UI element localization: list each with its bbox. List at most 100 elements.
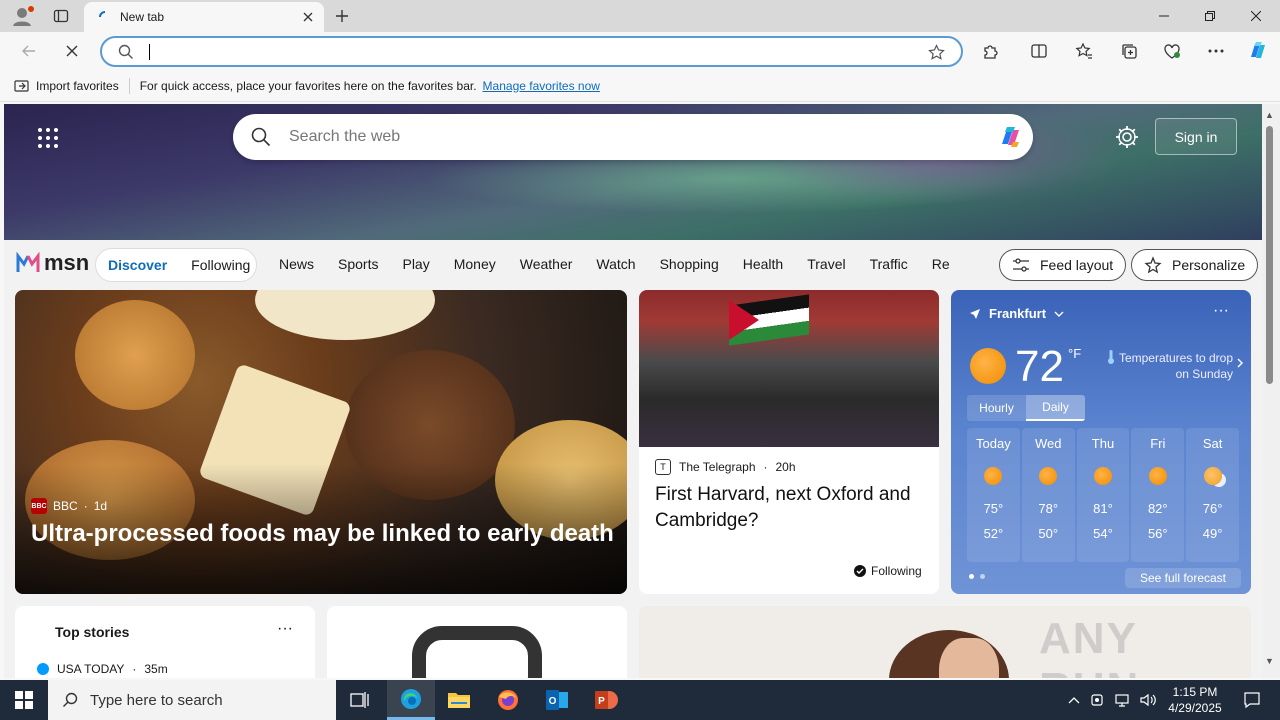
search-icon — [118, 44, 133, 59]
restore-button[interactable] — [1187, 0, 1233, 32]
tab-new-tab[interactable]: New tab — [84, 2, 324, 32]
taskbar-file-explorer[interactable] — [435, 680, 483, 720]
weather-alert-note[interactable]: Temperatures to drop on Sunday — [1108, 350, 1243, 382]
image-story-card[interactable]: ANY RUN — [639, 606, 1251, 678]
nav-link-real-estate[interactable]: Real E — [932, 256, 949, 272]
personalize-button[interactable]: Personalize — [1131, 249, 1259, 281]
settings-more-button[interactable] — [1201, 37, 1231, 65]
scroll-down-arrow-icon[interactable]: ▼ — [1265, 656, 1274, 666]
minimize-button[interactable] — [1141, 0, 1187, 32]
outlook-icon: O — [546, 690, 568, 710]
feed-layout-label: Feed layout — [1040, 257, 1114, 273]
forecast-day[interactable]: Sat 76° 49° — [1186, 428, 1239, 562]
new-tab-button[interactable] — [330, 4, 354, 28]
tab-following[interactable]: Following — [191, 257, 250, 273]
notifications-button[interactable] — [1232, 680, 1272, 720]
stop-loading-button[interactable] — [57, 37, 87, 65]
taskbar-outlook[interactable]: O — [533, 680, 581, 720]
msn-logo[interactable]: msn — [16, 250, 89, 276]
nav-link-health[interactable]: Health — [743, 256, 783, 272]
story-headline[interactable]: First Harvard, next Oxford and Cambridge… — [655, 482, 925, 534]
tab-daily[interactable]: Daily — [1026, 395, 1085, 421]
forecast-low: 49° — [1202, 526, 1223, 541]
nav-link-travel[interactable]: Travel — [807, 256, 845, 272]
split-screen-button[interactable] — [1024, 37, 1054, 65]
main-story-card[interactable]: BBC BBC · 1d Ultra-processed foods may b… — [15, 290, 627, 594]
nav-link-play[interactable]: Play — [402, 256, 429, 272]
thermometer-icon — [1108, 350, 1114, 364]
forecast-day[interactable]: Fri 82° 56° — [1131, 428, 1185, 562]
see-full-forecast-button[interactable]: See full forecast — [1125, 568, 1241, 588]
loading-spinner-icon — [99, 11, 106, 18]
address-input[interactable] — [146, 42, 906, 62]
favorites-button[interactable] — [1069, 37, 1099, 65]
plus-icon — [336, 10, 348, 22]
taskbar-search[interactable]: Type here to search — [48, 680, 336, 720]
nav-link-weather[interactable]: Weather — [520, 256, 573, 272]
volume-icon[interactable] — [1140, 693, 1156, 707]
close-window-button[interactable] — [1233, 0, 1279, 32]
apps-launcher-icon[interactable] — [34, 124, 62, 152]
collections-button[interactable] — [1114, 37, 1144, 65]
taskbar-edge[interactable] — [387, 680, 435, 720]
device-icon[interactable] — [1090, 693, 1104, 707]
browser-essentials-button[interactable] — [1157, 37, 1187, 65]
task-view-button[interactable] — [336, 680, 384, 720]
restore-icon — [1205, 11, 1215, 21]
weather-card[interactable]: Frankfurt ··· 72 °F Temperatures to drop… — [951, 290, 1251, 594]
start-button[interactable] — [0, 680, 48, 720]
profile-button[interactable] — [8, 4, 36, 28]
nav-link-sports[interactable]: Sports — [338, 256, 378, 272]
close-tab-icon[interactable] — [302, 11, 314, 23]
more-options-icon[interactable]: ··· — [1213, 302, 1229, 320]
web-search-box[interactable] — [233, 114, 1033, 160]
scroll-up-arrow-icon[interactable]: ▲ — [1265, 110, 1274, 120]
tab-actions-button[interactable] — [48, 4, 74, 28]
powerpoint-icon: P — [595, 691, 618, 709]
product-card[interactable] — [327, 606, 627, 678]
import-favorites-button[interactable]: Import favorites — [14, 79, 119, 93]
tab-actions-icon — [53, 9, 69, 23]
weather-location[interactable]: Frankfurt — [969, 306, 1064, 321]
sign-in-button[interactable]: Sign in — [1155, 118, 1237, 155]
secondary-story-card[interactable]: T The Telegraph · 20h First Harvard, nex… — [639, 290, 939, 594]
top-stories-card[interactable]: Top stories ··· USA TODAY · 35m — [15, 606, 315, 678]
feed-layout-button[interactable]: Feed layout — [999, 249, 1127, 281]
taskbar-powerpoint[interactable]: P — [582, 680, 630, 720]
profile-alert-dot — [28, 6, 34, 12]
divider — [128, 77, 130, 94]
web-search-input[interactable] — [289, 127, 969, 147]
favorite-star-icon[interactable] — [928, 44, 945, 61]
forecast-day[interactable]: Wed 78° 50° — [1021, 428, 1075, 562]
carousel-dot[interactable] — [980, 574, 985, 579]
following-badge[interactable]: Following — [854, 564, 922, 578]
more-options-icon[interactable]: ··· — [277, 620, 293, 638]
gear-icon[interactable] — [1114, 124, 1140, 150]
carousel-dot[interactable] — [969, 574, 974, 579]
nav-link-shopping[interactable]: Shopping — [660, 256, 719, 272]
system-clock[interactable]: 1:15 PM 4/29/2025 — [1162, 684, 1228, 716]
forecast-day[interactable]: Today 75° 52° — [967, 428, 1020, 562]
copilot-button[interactable] — [1243, 37, 1273, 65]
nav-link-news[interactable]: News — [279, 256, 314, 272]
nav-link-money[interactable]: Money — [454, 256, 496, 272]
tab-discover[interactable]: Discover — [108, 257, 167, 273]
address-bar[interactable] — [100, 36, 963, 67]
page-scrollbar[interactable]: ▲ ▼ — [1262, 104, 1280, 678]
back-button[interactable] — [14, 37, 44, 65]
nav-link-traffic[interactable]: Traffic — [870, 256, 908, 272]
forecast-day[interactable]: Thu 81° 54° — [1076, 428, 1130, 562]
carousel-dots[interactable] — [969, 574, 985, 579]
tab-hourly[interactable]: Hourly — [967, 395, 1026, 421]
story-headline[interactable]: Ultra-processed foods may be linked to e… — [31, 520, 614, 548]
forecast-high: 76° — [1202, 501, 1223, 516]
network-icon[interactable] — [1114, 693, 1130, 707]
chevron-up-icon[interactable] — [1068, 696, 1080, 704]
nav-link-watch[interactable]: Watch — [596, 256, 635, 272]
temperature-unit[interactable]: °F — [1068, 346, 1081, 361]
manage-favorites-link[interactable]: Manage favorites now — [483, 79, 600, 93]
taskbar-firefox[interactable] — [484, 680, 532, 720]
extensions-button[interactable] — [976, 37, 1006, 65]
scroll-thumb[interactable] — [1266, 126, 1273, 384]
copilot-icon[interactable] — [995, 122, 1025, 152]
